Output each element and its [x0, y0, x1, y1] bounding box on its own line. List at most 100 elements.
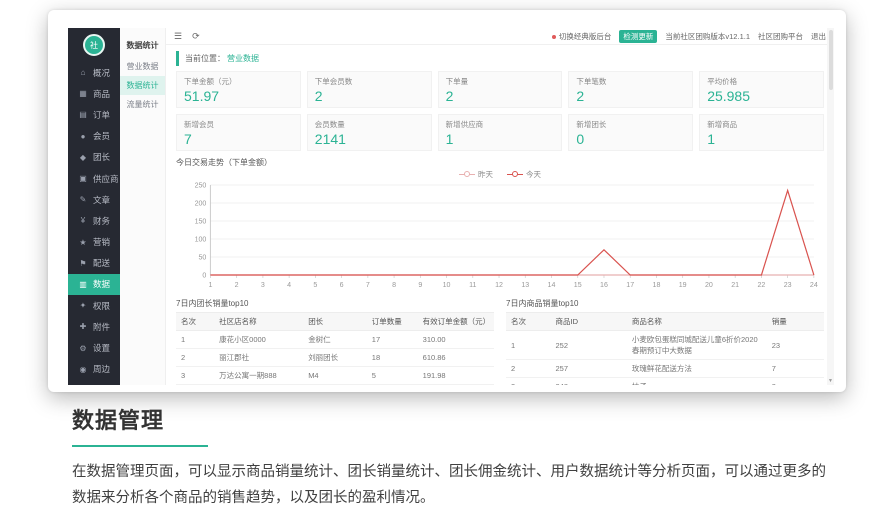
legend-marker-icon — [459, 170, 475, 178]
table-cell: 小麦欧包蛋糕同城配送儿童6折价2020春期预订中大数据 — [627, 331, 767, 360]
stat-card: 会员数量2141 — [307, 114, 432, 151]
svg-text:22: 22 — [757, 282, 765, 289]
column-header: 名次 — [176, 313, 214, 331]
table-cell: 玫瑰鲜花配送方法 — [627, 360, 767, 378]
stat-card: 下单笔数2 — [568, 71, 693, 108]
sidebar-menu: ⌂概况▦商品▤订单●会员◆团长▣供应商✎文章¥财务★营销⚑配送 ▥ 数据 ✦权限✚附件… — [68, 62, 120, 385]
sidebar-item-label: 配送 — [93, 257, 110, 269]
svg-text:21: 21 — [731, 282, 739, 289]
stat-value: 51.97 — [184, 88, 293, 104]
scrollbar-down-arrow[interactable]: ▼ — [827, 378, 834, 384]
stat-label: 平均价格 — [707, 76, 816, 87]
sidebar-item-data[interactable]: ▥ 数据 — [68, 274, 120, 295]
table-cell: 3 — [176, 367, 214, 385]
table-cell: 191.98 — [418, 367, 494, 385]
scrollbar-thumb[interactable] — [829, 30, 833, 90]
svg-text:2: 2 — [235, 282, 239, 289]
sidebar-item-permissions[interactable]: ✦权限 — [68, 295, 120, 316]
chart-title: 今日交易走势（下单金额） — [176, 157, 824, 168]
table-cell: 3 — [506, 378, 551, 386]
column-header: 社区店名称 — [214, 313, 303, 331]
switch-classic-link[interactable]: 切换经典版后台 — [552, 31, 612, 42]
logout-link[interactable]: 退出 — [811, 31, 826, 42]
sidebar-item-articles[interactable]: ✎文章 — [68, 189, 120, 210]
sidebar-item-suppliers[interactable]: ▣供应商 — [68, 168, 120, 189]
tables-row: 7日内团长销量top10 名次社区店名称团长订单数量有效订单金额（元）1康花小区… — [176, 295, 824, 385]
stats-row: 新增会员7会员数量2141新增供应商1新增团长0新增商品1 — [176, 114, 824, 151]
table-cell: 4 — [367, 385, 418, 386]
sidebar-item-attachments[interactable]: ✚附件 — [68, 316, 120, 337]
logo-wrap: 社 — [68, 28, 120, 62]
legend-item-今天[interactable]: 今天 — [507, 169, 541, 180]
stat-value: 2 — [315, 88, 424, 104]
table-cell: 7 — [767, 360, 824, 378]
legend-item-昨天[interactable]: 昨天 — [459, 169, 493, 180]
marketing-icon: ★ — [77, 238, 89, 247]
subnav-item-0: 数据统计 — [120, 36, 165, 55]
leader-table: 名次社区店名称团长订单数量有效订单金额（元）1康花小区0000金树仁17310.… — [176, 312, 494, 385]
table-cell: 翠苑明月 — [214, 385, 303, 386]
sidebar-item-settings[interactable]: ⚙设置 — [68, 337, 120, 358]
table-row: 1252小麦欧包蛋糕同城配送儿童6折价2020春期预订中大数据23 — [506, 331, 824, 360]
stat-value: 7 — [184, 131, 293, 147]
sidebar-item-label: 附件 — [93, 321, 110, 333]
hamburger-icon[interactable]: ☰ — [174, 31, 182, 42]
sidebar-item-orders[interactable]: ▤订单 — [68, 104, 120, 125]
column-header: 销量 — [767, 313, 824, 331]
stat-label: 新增团长 — [576, 119, 685, 130]
sidebar-item-finance[interactable]: ¥财务 — [68, 210, 120, 231]
svg-text:23: 23 — [784, 282, 792, 289]
svg-text:20: 20 — [705, 282, 713, 289]
stat-card: 新增团长0 — [568, 114, 693, 151]
sidebar-item-goods[interactable]: ▦商品 — [68, 83, 120, 104]
app-logo[interactable]: 社 — [83, 34, 105, 56]
stat-value: 1 — [707, 131, 816, 147]
stat-value: 25.985 — [707, 88, 816, 104]
column-header: 商品ID — [551, 313, 627, 331]
breadcrumb-current[interactable]: 营业数据 — [227, 53, 259, 64]
table-cell: 610.86 — [418, 349, 494, 367]
check-update-button[interactable]: 检测更新 — [619, 30, 657, 43]
table-cell: 王琦达 — [303, 385, 367, 386]
product-table-wrap: 7日内商品销量top10 名次商品ID商品名称销量1252小麦欧包蛋糕同城配送儿… — [506, 295, 824, 385]
stat-value: 2 — [446, 88, 555, 104]
stat-card: 下单量2 — [438, 71, 563, 108]
sidebar-item-around[interactable]: ◉周边 — [68, 359, 120, 380]
legend-marker-icon — [507, 170, 523, 178]
finance-icon: ¥ — [77, 216, 89, 225]
platform-link[interactable]: 社区团购平台 — [758, 31, 803, 42]
page-title: 数据管理 — [72, 403, 838, 435]
leaders-icon: ◆ — [77, 153, 89, 162]
sidebar-item-label: 订单 — [93, 109, 110, 121]
stat-value: 0 — [576, 131, 685, 147]
legend-label: 昨天 — [478, 169, 493, 180]
svg-text:9: 9 — [418, 282, 422, 289]
sidebar-item-label: 概况 — [93, 67, 110, 79]
sidebar-item-delivery[interactable]: ⚑配送 — [68, 253, 120, 274]
sidebar-item-leaders[interactable]: ◆团长 — [68, 147, 120, 168]
stat-label: 下单量 — [446, 76, 555, 87]
title-underline — [72, 445, 208, 447]
subnav-item-1[interactable]: 营业数据 — [120, 57, 165, 76]
stat-label: 会员数量 — [315, 119, 424, 130]
svg-text:16: 16 — [600, 282, 608, 289]
chart-section: 今日交易走势（下单金额） 昨天今天 0501001502002501234567… — [176, 157, 824, 291]
data-icon: ▥ — [77, 280, 89, 289]
table-cell: 23 — [767, 331, 824, 360]
subnav-item-3[interactable]: 流量统计 — [120, 95, 165, 114]
page: 社 ⌂概况▦商品▤订单●会员◆团长▣供应商✎文章¥财务★营销⚑配送 ▥ 数据 ✦权限✚… — [0, 0, 883, 514]
stats-row: 下单金额（元）51.97下单会员数2下单量2下单笔数2平均价格25.985 — [176, 71, 824, 108]
scrollbar[interactable]: ▼ — [827, 28, 834, 385]
subnav-item-2[interactable]: 数据统计 — [120, 76, 165, 95]
dashboard-screenshot: 社 ⌂概况▦商品▤订单●会员◆团长▣供应商✎文章¥财务★营销⚑配送 ▥ 数据 ✦权限✚… — [48, 10, 846, 392]
sidebar-item-label: 商品 — [93, 88, 110, 100]
suppliers-icon: ▣ — [77, 174, 89, 183]
svg-text:3: 3 — [261, 282, 265, 289]
sidebar-item-members[interactable]: ●会员 — [68, 126, 120, 147]
sidebar-item-marketing[interactable]: ★营销 — [68, 232, 120, 253]
admin-app: 社 ⌂概况▦商品▤订单●会员◆团长▣供应商✎文章¥财务★营销⚑配送 ▥ 数据 ✦权限✚… — [68, 28, 834, 385]
sidebar-item-label: 数据 — [93, 278, 110, 290]
red-dot-icon — [552, 35, 556, 39]
sidebar-item-overview[interactable]: ⌂概况 — [68, 62, 120, 83]
refresh-icon[interactable]: ⟳ — [192, 31, 200, 42]
